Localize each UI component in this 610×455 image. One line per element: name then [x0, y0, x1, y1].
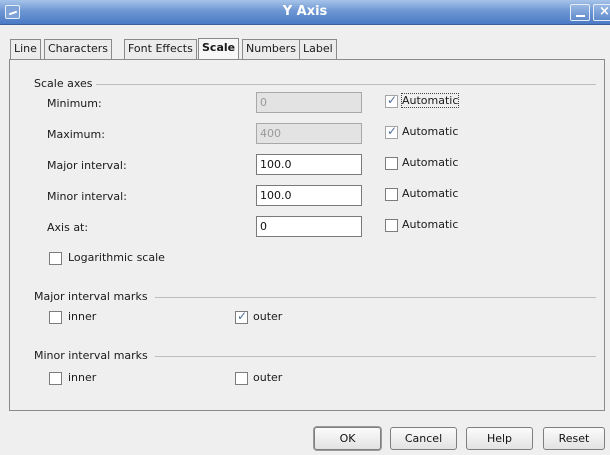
logarithmic-scale-checkbox[interactable]	[49, 252, 62, 265]
major-interval-automatic-label[interactable]: Automatic	[402, 156, 458, 169]
major-marks-separator	[155, 297, 596, 298]
scale-axes-heading: Scale axes	[34, 77, 93, 90]
major-marks-heading: Major interval marks	[34, 290, 148, 303]
major-interval-field[interactable]: 100.0	[256, 154, 362, 175]
minor-inner-checkbox[interactable]	[49, 372, 62, 385]
axis-at-automatic-label[interactable]: Automatic	[402, 218, 458, 231]
cancel-button[interactable]: Cancel	[390, 427, 457, 450]
title-bar[interactable]: Y Axis ×	[0, 0, 610, 25]
major-interval-label: Major interval:	[47, 159, 127, 172]
minor-inner-label[interactable]: inner	[68, 371, 96, 384]
axis-at-label: Axis at:	[47, 221, 89, 234]
minor-interval-field[interactable]: 100.0	[256, 185, 362, 206]
minor-marks-separator	[155, 356, 596, 357]
axis-at-field[interactable]: 0	[256, 216, 362, 237]
tab-numbers[interactable]: Numbers	[242, 39, 300, 59]
major-outer-checkbox[interactable]: ✓	[235, 309, 248, 324]
minor-interval-label: Minor interval:	[47, 190, 127, 203]
axis-at-automatic-checkbox[interactable]	[385, 219, 398, 232]
minor-interval-automatic-checkbox[interactable]	[385, 188, 398, 201]
major-inner-checkbox[interactable]	[49, 311, 62, 324]
reset-button[interactable]: Reset	[543, 427, 605, 450]
help-button[interactable]: Help	[466, 427, 533, 450]
tab-font-effects[interactable]: Font Effects	[124, 39, 197, 59]
tab-scale[interactable]: Scale	[198, 38, 240, 60]
major-inner-label[interactable]: inner	[68, 310, 96, 323]
tab-line[interactable]: Line	[10, 39, 41, 59]
minimize-icon[interactable]	[570, 4, 590, 21]
logarithmic-scale-label[interactable]: Logarithmic scale	[68, 251, 165, 264]
maximum-automatic-label[interactable]: Automatic	[402, 125, 458, 138]
check-icon: ✓	[387, 124, 398, 138]
close-icon[interactable]: ×	[593, 4, 610, 21]
window-title: Y Axis	[282, 4, 328, 19]
major-interval-automatic-checkbox[interactable]	[385, 157, 398, 170]
tab-label[interactable]: Label	[299, 39, 337, 59]
scale-axes-separator	[96, 84, 596, 85]
minor-marks-heading: Minor interval marks	[34, 349, 148, 362]
minor-outer-checkbox[interactable]	[235, 372, 248, 385]
minor-interval-automatic-label[interactable]: Automatic	[402, 187, 458, 200]
minimum-automatic-checkbox[interactable]: ✓	[385, 93, 398, 108]
minimum-field[interactable]: 0	[256, 92, 362, 113]
y-axis-dialog: Y Axis × Line Characters Font Effects Sc…	[0, 0, 610, 455]
ok-button[interactable]: OK	[314, 427, 381, 450]
check-icon: ✓	[237, 309, 248, 323]
maximum-field[interactable]: 400	[256, 123, 362, 144]
minor-outer-label[interactable]: outer	[253, 371, 282, 384]
check-icon: ✓	[387, 93, 398, 107]
minimum-label: Minimum:	[47, 97, 102, 110]
minimum-automatic-label[interactable]: Automatic	[400, 93, 460, 108]
tab-characters[interactable]: Characters	[44, 39, 113, 59]
major-outer-label[interactable]: outer	[253, 310, 282, 323]
maximum-automatic-checkbox[interactable]: ✓	[385, 124, 398, 139]
maximum-label: Maximum:	[47, 128, 105, 141]
